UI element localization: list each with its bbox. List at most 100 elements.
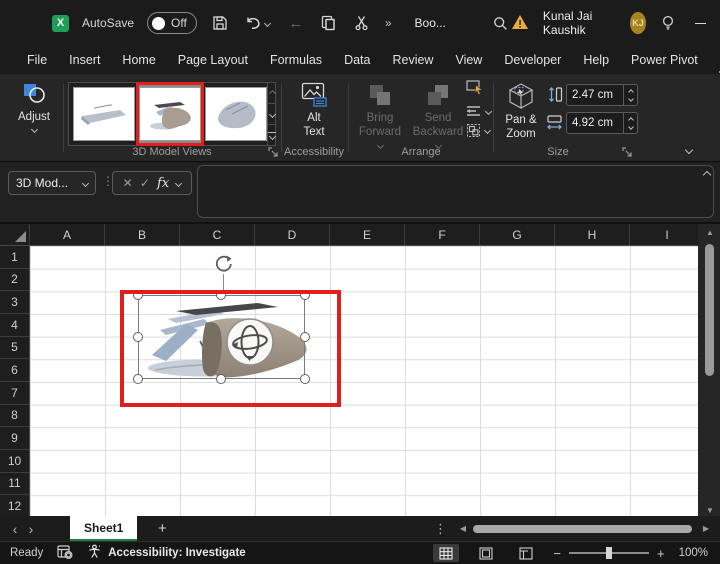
add-sheet-button[interactable]: + [145, 520, 179, 537]
menu-tab[interactable]: View [444, 48, 493, 72]
warning-icon[interactable] [511, 14, 529, 33]
menu-tab[interactable]: File [16, 48, 58, 72]
column-header[interactable]: E [330, 224, 405, 245]
column-header[interactable]: D [255, 224, 330, 245]
menu-tab[interactable]: Help [572, 48, 620, 72]
model-view-thumbnail-2[interactable] [139, 87, 201, 141]
enter-formula-icon[interactable]: ✓ [140, 176, 150, 190]
select-all-button[interactable] [0, 224, 30, 246]
minimize-button[interactable] [690, 10, 711, 36]
horizontal-scrollbar[interactable]: ◀ ▶ [457, 524, 712, 534]
normal-view-button[interactable] [433, 544, 459, 562]
collapse-ribbon-chevron-icon[interactable] [685, 146, 693, 154]
zoom-out-button[interactable]: − [553, 546, 561, 561]
adjust-button[interactable]: Adjust [10, 82, 58, 132]
column-header[interactable]: C [180, 224, 255, 245]
rotation-handle-icon[interactable] [213, 253, 235, 275]
menu-tab[interactable]: Page Layout [167, 48, 259, 72]
page-break-preview-button[interactable] [513, 544, 539, 562]
accessibility-status[interactable]: Accessibility: Investigate [108, 547, 245, 559]
next-sheet-button[interactable]: › [16, 521, 46, 537]
save-icon[interactable] [210, 13, 230, 33]
alt-text-button[interactable]: Alt Text [288, 82, 340, 140]
column-header[interactable]: H [555, 224, 630, 245]
width-spinner[interactable] [623, 113, 637, 133]
column-header[interactable]: G [480, 224, 555, 245]
shape-height-field[interactable] [566, 84, 638, 106]
model-view-thumbnail-3[interactable] [205, 87, 267, 141]
page-layout-view-button[interactable] [473, 544, 499, 562]
vertical-scroll-thumb[interactable] [705, 244, 714, 376]
copy-icon[interactable] [319, 13, 339, 33]
row-header[interactable]: 12 [0, 495, 29, 518]
row-header[interactable]: 8 [0, 405, 29, 428]
gallery-more-icon[interactable] [268, 125, 276, 145]
model-view-thumbnail-1[interactable] [73, 87, 135, 141]
macro-record-icon[interactable] [57, 545, 73, 562]
menu-tab[interactable]: Data [333, 48, 381, 72]
formula-input[interactable] [197, 165, 714, 218]
shape-width-input[interactable] [567, 117, 623, 129]
row-header[interactable]: 1 [0, 246, 29, 269]
gallery-scroll-up-icon[interactable] [268, 83, 276, 104]
vertical-scroll-track[interactable] [702, 240, 718, 502]
horizontal-scroll-thumb[interactable] [473, 525, 692, 533]
lightbulb-icon[interactable] [660, 13, 675, 33]
zoom-level[interactable]: 100% [679, 547, 708, 559]
cut-icon[interactable] [352, 13, 372, 33]
column-header[interactable]: B [105, 224, 180, 245]
selection-pane-icon[interactable] [466, 80, 491, 99]
scroll-left-icon[interactable]: ◀ [457, 524, 469, 533]
row-header[interactable]: 6 [0, 359, 29, 382]
avatar[interactable]: KJ [630, 12, 647, 34]
undo-dropdown-chevron-icon[interactable] [264, 19, 271, 26]
autosave-toggle[interactable]: Off [147, 12, 197, 34]
menu-tab[interactable]: Power Pivot [620, 48, 709, 72]
scroll-up-icon[interactable]: ▲ [702, 224, 718, 240]
column-header[interactable]: I [630, 224, 698, 245]
menu-tab[interactable]: 3D Model [709, 48, 720, 72]
zoom-slider-thumb[interactable] [606, 547, 612, 559]
horizontal-scroll-track[interactable] [471, 524, 698, 534]
user-name[interactable]: Kunal Jai Kaushik [543, 9, 616, 37]
row-header[interactable]: 7 [0, 382, 29, 405]
group-objects-control[interactable] [466, 123, 491, 138]
menu-tab[interactable]: Insert [58, 48, 111, 72]
sheet-tab[interactable]: Sheet1 [70, 516, 137, 541]
search-icon[interactable] [491, 13, 511, 33]
row-header[interactable]: 10 [0, 450, 29, 473]
sheet-menu-dots-icon[interactable]: ⋮ [424, 521, 457, 537]
name-box[interactable]: 3D Mod... [8, 171, 96, 195]
row-header[interactable]: 4 [0, 314, 29, 337]
scroll-right-icon[interactable]: ▶ [700, 524, 712, 533]
cancel-formula-icon[interactable]: ✕ [123, 176, 133, 190]
column-header[interactable]: F [405, 224, 480, 245]
undo-icon[interactable] [243, 13, 273, 33]
function-chevron-icon[interactable] [175, 179, 182, 186]
views-dialog-launcher-icon[interactable] [268, 147, 278, 157]
menu-tab[interactable]: Formulas [259, 48, 333, 72]
row-header[interactable]: 5 [0, 337, 29, 360]
row-header[interactable]: 2 [0, 269, 29, 292]
quick-access-overflow-icon[interactable]: » [385, 16, 392, 30]
align-objects-control[interactable] [466, 105, 491, 117]
zoom-slider[interactable] [569, 552, 649, 554]
row-header[interactable]: 3 [0, 291, 29, 314]
row-header[interactable]: 11 [0, 473, 29, 496]
workbook-title[interactable]: Boo... [415, 16, 446, 30]
height-spinner[interactable] [623, 85, 637, 105]
vertical-scrollbar[interactable]: ▲ ▼ [702, 224, 718, 518]
insert-function-icon[interactable]: fx [157, 176, 169, 191]
size-dialog-launcher-icon[interactable] [622, 147, 632, 157]
row-header[interactable]: 9 [0, 427, 29, 450]
shape-width-field[interactable] [566, 112, 638, 134]
pan-zoom-button[interactable]: Pan & Zoom [498, 82, 544, 142]
menu-tab[interactable]: Developer [493, 48, 572, 72]
gallery-scroll-down-icon[interactable] [268, 104, 276, 125]
menu-tab[interactable]: Home [111, 48, 166, 72]
zoom-in-button[interactable]: + [657, 546, 665, 561]
column-header[interactable]: A [30, 224, 105, 245]
row-header-label: 3 [11, 295, 18, 309]
menu-tab[interactable]: Review [381, 48, 444, 72]
shape-height-input[interactable] [567, 89, 623, 101]
